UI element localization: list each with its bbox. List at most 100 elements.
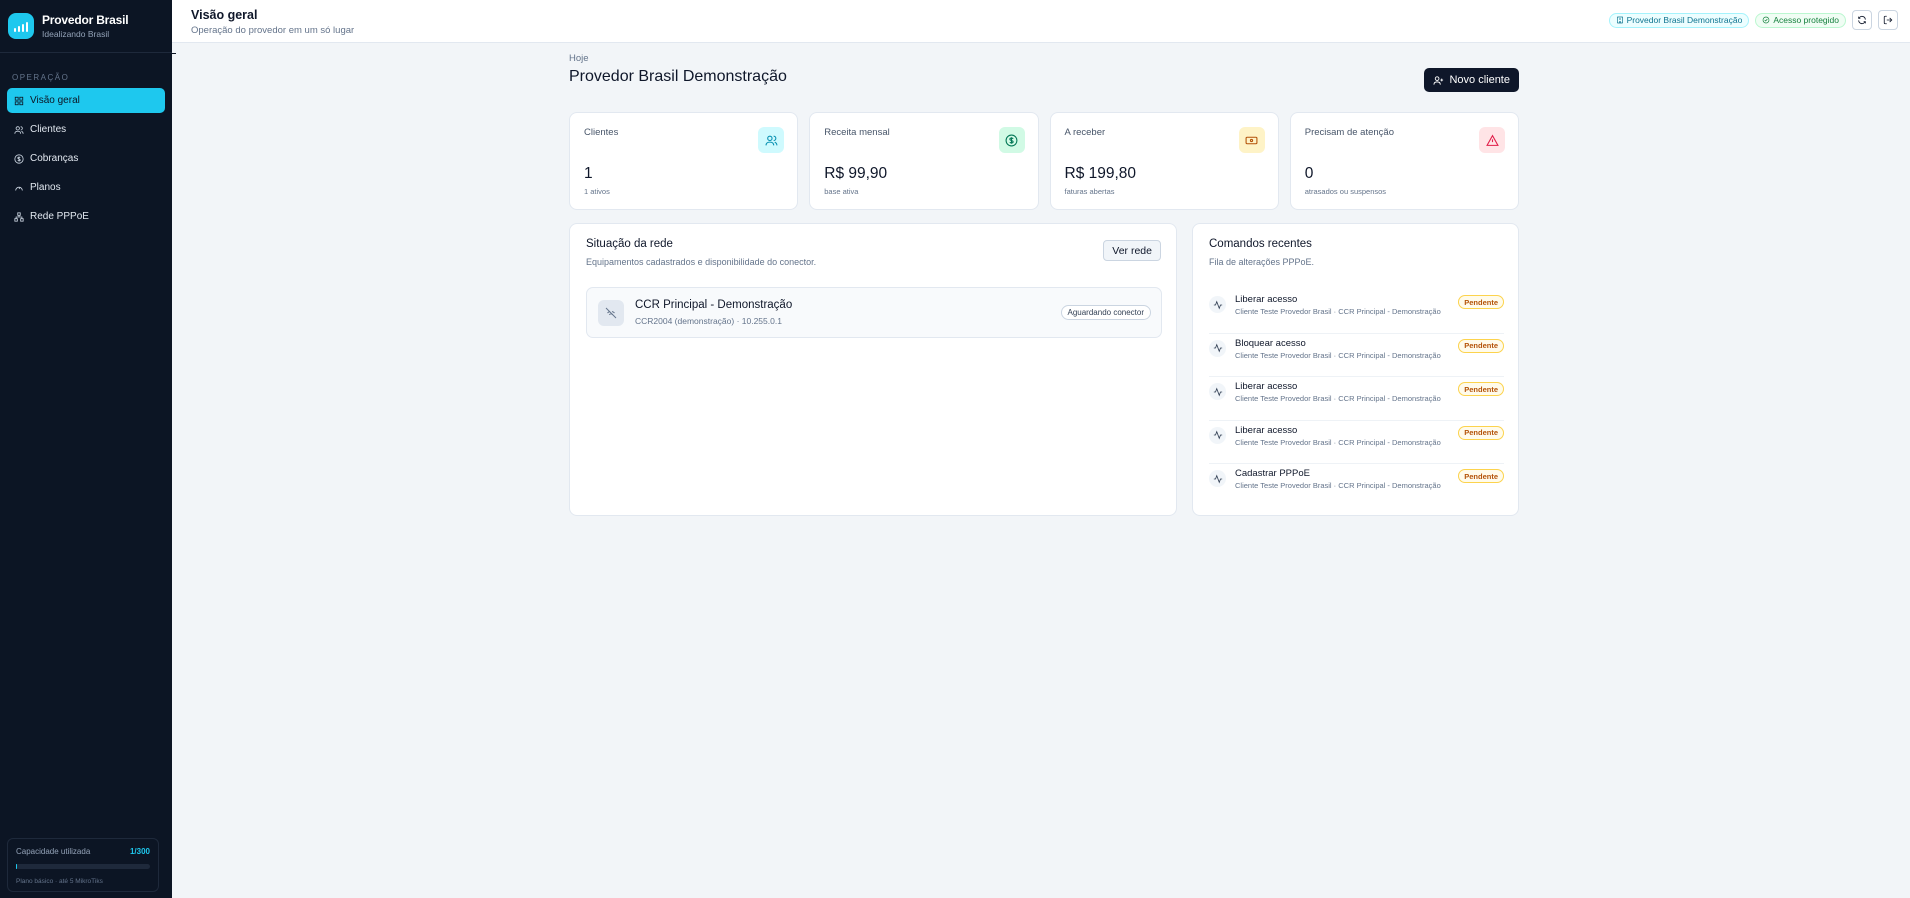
sidebar-item-label: Cobranças — [30, 153, 79, 164]
list-item[interactable]: Cadastrar PPPoE Cliente Teste Provedor B… — [1209, 464, 1504, 508]
device-row[interactable]: CCR Principal - Demonstração CCR2004 (de… — [586, 287, 1162, 338]
commands-card: Comandos recentes Fila de alterações PPP… — [1192, 223, 1519, 516]
stat-note: atrasados ou suspensos — [1304, 187, 1387, 196]
list-item[interactable]: Liberar acesso Cliente Teste Provedor Br… — [1209, 421, 1504, 464]
nav-section-label: OPERAÇÃO — [12, 73, 70, 82]
stat-label: A receber — [1064, 127, 1106, 138]
stat-value: R$ 199,80 — [1064, 165, 1137, 182]
sidebar-item-cobrancas[interactable]: Cobranças — [7, 146, 165, 171]
command-detail: Cliente Teste Provedor Brasil · CCR Prin… — [1235, 307, 1441, 316]
stat-card-clientes: Clientes 1 1 ativos — [569, 112, 799, 210]
stat-value: R$ 99,90 — [824, 165, 888, 182]
wifi-off-icon — [598, 300, 624, 326]
sidebar-item-rede-pppoe[interactable]: Rede PPPoE — [7, 204, 165, 229]
page-title: Provedor Brasil Demonstração — [569, 68, 787, 85]
sidebar-item-label: Rede PPPoE — [30, 211, 89, 222]
shield-check-icon — [1762, 16, 1770, 24]
status-badge: Pendente — [1458, 382, 1504, 396]
command-name: Liberar acesso — [1235, 294, 1298, 305]
stat-value: 0 — [1304, 165, 1314, 182]
command-detail: Cliente Teste Provedor Brasil · CCR Prin… — [1235, 350, 1441, 360]
brand[interactable]: Provedor Brasil Idealizando Brasil — [0, 0, 172, 53]
signal-bars-icon — [8, 13, 34, 39]
divider — [172, 53, 176, 54]
refresh-icon — [1858, 15, 1866, 25]
main-content: Hoje Provedor Brasil Demonstração Novo c… — [569, 53, 1519, 516]
capacity-value: 1/300 — [129, 847, 150, 856]
page-header-subtitle: Operação do provedor em um só lugar — [191, 25, 355, 36]
sidebar-item-label: Clientes — [30, 124, 67, 135]
date-eyebrow: Hoje — [569, 53, 589, 64]
network-title: Situação da rede — [586, 238, 673, 250]
stat-label: Clientes — [584, 127, 619, 138]
activity-icon — [1209, 383, 1226, 400]
commands-list: Liberar acesso Cliente Teste Provedor Br… — [1209, 290, 1504, 508]
page-header-title: Visão geral — [191, 8, 258, 22]
stats-row: Clientes 1 1 ativos Receita mensal R$ 99… — [569, 112, 1519, 210]
activity-icon — [1209, 470, 1226, 487]
stat-card-atencao: Precisam de atenção 0 atrasados ou suspe… — [1289, 112, 1519, 210]
command-name: Bloquear acesso — [1235, 337, 1306, 349]
security-badge: Acesso protegido — [1755, 12, 1846, 28]
stat-label: Receita mensal — [824, 127, 890, 138]
stat-value: 1 — [584, 165, 593, 182]
activity-icon — [1209, 426, 1226, 444]
dollar-circle-icon — [14, 153, 24, 164]
list-item[interactable]: Liberar acesso Cliente Teste Provedor Br… — [1209, 377, 1504, 421]
command-detail: Cliente Teste Provedor Brasil · CCR Prin… — [1235, 481, 1441, 490]
command-detail: Cliente Teste Provedor Brasil · CCR Prin… — [1235, 437, 1441, 447]
tenant-badge: Provedor Brasil Demonstração — [1608, 12, 1750, 28]
list-item[interactable]: Bloquear acesso Cliente Teste Provedor B… — [1209, 334, 1504, 377]
sidebar-item-visao-geral[interactable]: Visão geral — [7, 88, 165, 113]
gauge-icon — [15, 186, 23, 191]
stat-card-receita: Receita mensal R$ 99,90 base ativa — [809, 112, 1039, 210]
sidebar: Provedor Brasil Idealizando Brasil OPERA… — [0, 0, 172, 898]
refresh-button[interactable] — [1852, 10, 1872, 30]
stat-label: Precisam de atenção — [1304, 127, 1394, 138]
command-name: Liberar acesso — [1235, 424, 1298, 436]
brand-title: Provedor Brasil — [42, 13, 129, 27]
sidebar-item-clientes[interactable]: Clientes — [7, 117, 165, 142]
dollar-circle-icon — [998, 127, 1025, 153]
users-icon — [758, 127, 785, 153]
network-card: Situação da rede Equipamentos cadastrado… — [569, 223, 1177, 516]
status-badge: Pendente — [1458, 295, 1504, 309]
device-name: CCR Principal - Demonstração — [635, 299, 793, 311]
new-client-button[interactable]: Novo cliente — [1424, 68, 1519, 92]
capacity-widget: Capacidade utilizada 1/300 Plano básico … — [7, 838, 159, 892]
network-icon — [14, 211, 24, 222]
device-meta: CCR2004 (demonstração) · 10.255.0.1 — [635, 316, 782, 326]
activity-icon — [1209, 339, 1226, 357]
tenant-badge-label: Provedor Brasil Demonstração — [1626, 15, 1743, 25]
new-client-label: Novo cliente — [1449, 74, 1510, 86]
building-icon — [1616, 16, 1623, 24]
user-plus-icon — [1433, 75, 1444, 85]
status-badge: Pendente — [1458, 425, 1504, 440]
capacity-note: Plano básico · até 5 MikroTiks — [16, 878, 103, 885]
sidebar-item-label: Visão geral — [30, 95, 80, 106]
command-detail: Cliente Teste Provedor Brasil · CCR Prin… — [1235, 394, 1441, 403]
sidebar-item-planos[interactable]: Planos — [7, 175, 165, 200]
command-name: Cadastrar PPPoE — [1235, 468, 1310, 479]
commands-title: Comandos recentes — [1209, 238, 1312, 250]
stat-note: faturas abertas — [1064, 187, 1115, 196]
status-badge: Pendente — [1458, 338, 1504, 353]
commands-subtitle: Fila de alterações PPPoE. — [1209, 257, 1315, 267]
status-badge: Pendente — [1458, 469, 1504, 483]
users-icon — [14, 125, 24, 134]
device-status-badge: Aguardando conector — [1060, 305, 1151, 320]
topbar: Visão geral Operação do provedor em um s… — [172, 0, 1910, 43]
stat-card-a-receber: A receber R$ 199,80 faturas abertas — [1049, 112, 1279, 210]
capacity-label: Capacidade utilizada — [16, 847, 91, 856]
stat-note: 1 ativos — [584, 187, 610, 196]
view-network-button[interactable]: Ver rede — [1103, 240, 1161, 261]
alert-triangle-icon — [1479, 127, 1505, 153]
list-item[interactable]: Liberar acesso Cliente Teste Provedor Br… — [1209, 290, 1504, 334]
logout-button[interactable] — [1878, 10, 1898, 30]
logout-icon — [1883, 15, 1893, 25]
brand-subtitle: Idealizando Brasil — [42, 29, 110, 39]
activity-icon — [1209, 296, 1226, 313]
sidebar-item-label: Planos — [30, 182, 61, 193]
sidebar-nav: Visão geral Clientes Cobranças Planos Re… — [0, 88, 172, 229]
security-badge-label: Acesso protegido — [1773, 15, 1839, 25]
